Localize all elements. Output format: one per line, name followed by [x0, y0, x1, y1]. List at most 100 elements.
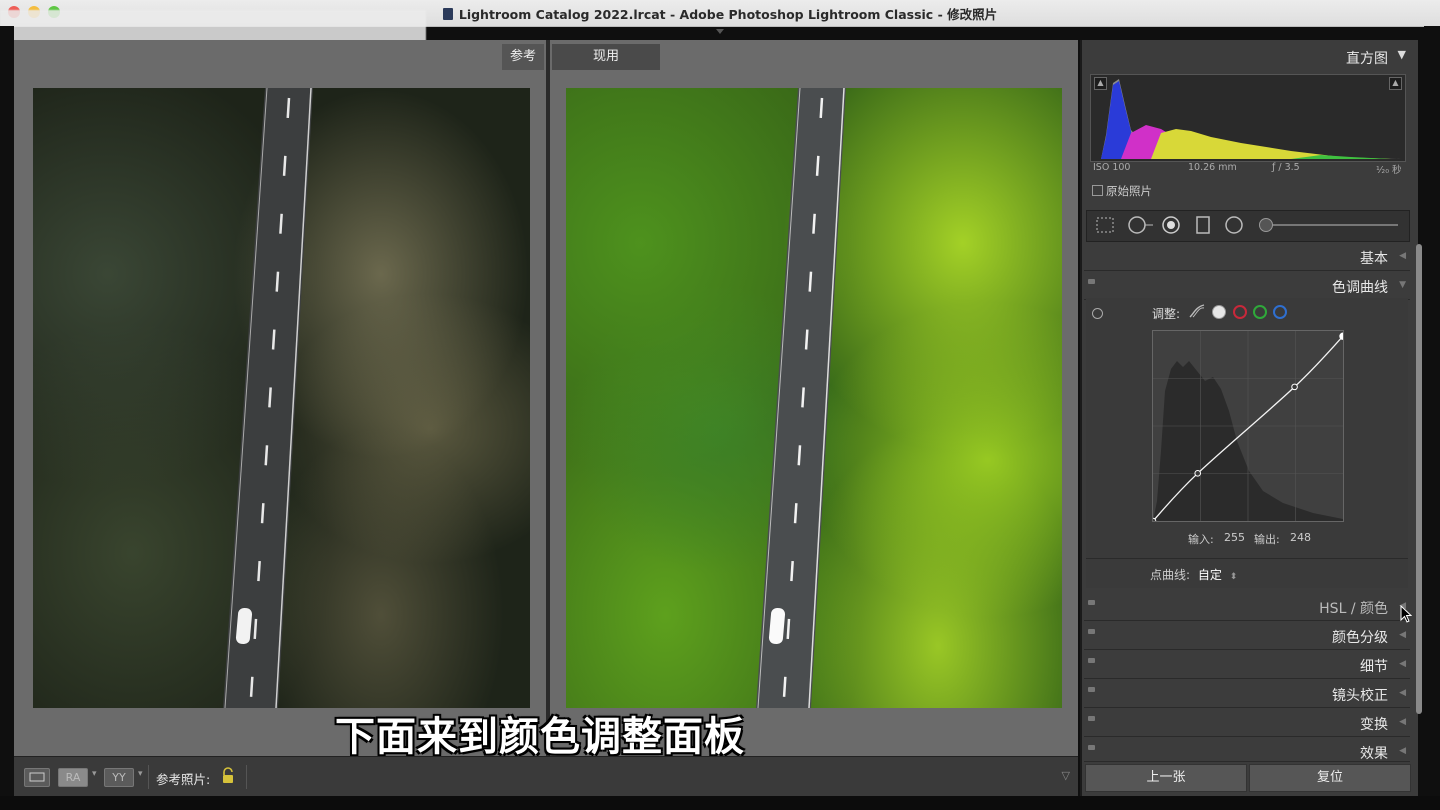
reference-photo[interactable]	[33, 88, 530, 708]
lens-correction-expand-icon[interactable]: ◀	[1399, 688, 1406, 698]
curve-control-point[interactable]	[1339, 332, 1347, 340]
loupe-view-button[interactable]	[24, 768, 50, 787]
exif-focal-length: 10.26 mm	[1188, 162, 1237, 173]
blue-channel-icon[interactable]	[1273, 305, 1287, 319]
tone-curve-divider	[1086, 558, 1408, 559]
color-grading-expand-icon[interactable]: ◀	[1399, 630, 1406, 640]
loupe-view-icon	[29, 772, 45, 782]
histogram-collapse-icon[interactable]: ▼	[1398, 48, 1406, 61]
basic-title: 基本	[1360, 251, 1388, 267]
road-illustration-ref	[223, 88, 313, 708]
hsl-toggle[interactable]	[1088, 600, 1095, 605]
transform-header[interactable]: 变换 ◀	[1084, 708, 1410, 737]
adjust-label: 调整:	[1152, 307, 1181, 321]
video-subtitle: 下面来到颜色调整面板	[335, 714, 745, 760]
basic-expand-icon[interactable]: ◀	[1399, 251, 1406, 261]
reference-tag: 参考	[502, 44, 544, 70]
tone-curve-toggle[interactable]	[1088, 279, 1095, 284]
panel-scrollbar[interactable]	[1416, 244, 1422, 714]
unlock-icon[interactable]	[220, 767, 236, 785]
ref-active-view-button[interactable]: RA	[58, 768, 88, 787]
brush-slider-handle[interactable]	[1259, 218, 1273, 232]
toolbar-separator	[148, 765, 149, 789]
exif-aperture: ƒ / 3.5	[1272, 162, 1300, 173]
tone-curve-svg	[1149, 331, 1347, 525]
histogram-title: 直方图	[1346, 51, 1388, 67]
hsl-color-header[interactable]: HSL / 颜色 ◀	[1084, 592, 1410, 621]
original-photo-checkbox[interactable]: 原始照片	[1092, 183, 1152, 199]
reset-button[interactable]: 复位	[1249, 764, 1411, 792]
road-illustration-active	[756, 88, 846, 708]
green-channel-icon[interactable]	[1253, 305, 1267, 319]
compare-divider	[546, 40, 550, 756]
tone-curve-title: 色调曲线	[1332, 280, 1388, 296]
window-title: Lightroom Catalog 2022.lrcat - Adobe Pho…	[458, 7, 998, 22]
point-curve-selector[interactable]: 点曲线: 自定 ⬍	[1150, 566, 1237, 583]
bottom-toolbar: RA ▾ YY ▾ 参考照片: ▽	[14, 756, 1078, 797]
red-eye-tool-icon[interactable]	[1161, 215, 1181, 235]
histogram-graph	[1101, 79, 1401, 159]
previous-button[interactable]: 上一张	[1085, 764, 1247, 792]
parametric-curve-icon[interactable]	[1188, 303, 1206, 319]
graduated-filter-icon[interactable]	[1195, 215, 1211, 235]
transform-expand-icon[interactable]: ◀	[1399, 717, 1406, 727]
crop-tool-icon[interactable]	[1095, 216, 1115, 234]
color-grading-header[interactable]: 颜色分级 ◀	[1084, 621, 1410, 650]
transform-toggle[interactable]	[1088, 716, 1095, 721]
input-value: 255	[1224, 531, 1245, 544]
histogram[interactable]: ▲ ▲	[1090, 74, 1406, 162]
color-grading-title: 颜色分级	[1332, 630, 1388, 646]
effects-title: 效果	[1360, 746, 1388, 762]
spot-removal-tool-icon[interactable]	[1127, 215, 1155, 235]
lens-correction-title: 镜头校正	[1332, 688, 1388, 704]
top-panel-toggle-icon[interactable]	[712, 28, 728, 36]
ra-dropdown-caret-icon[interactable]: ▾	[92, 769, 97, 779]
lens-correction-toggle[interactable]	[1088, 687, 1095, 692]
toolbar-options-icon[interactable]: ▽	[1062, 769, 1070, 782]
effects-header[interactable]: 效果 ◀	[1084, 737, 1410, 762]
yy-dropdown-caret-icon[interactable]: ▾	[138, 769, 143, 779]
shadow-clipping-icon[interactable]: ▲	[1094, 77, 1107, 90]
filmstrip-toggle-strip[interactable]	[0, 796, 1440, 810]
left-panel-gutter[interactable]	[0, 26, 14, 796]
effects-toggle[interactable]	[1088, 745, 1095, 750]
exif-shutter: ¹⁄₂₀ 秒	[1376, 165, 1402, 176]
targeted-adjustment-icon[interactable]	[1092, 308, 1103, 319]
curve-control-point[interactable]	[1291, 383, 1298, 391]
original-photo-label: 原始照片	[1106, 184, 1152, 198]
rgb-channel-icon[interactable]	[1212, 305, 1226, 319]
input-label: 输入:	[1188, 533, 1214, 546]
active-tag: 现用	[552, 44, 660, 70]
point-curve-value: 自定	[1197, 568, 1222, 582]
basic-header[interactable]: 基本 ◀	[1084, 242, 1410, 271]
brush-slider-track[interactable]	[1262, 224, 1398, 226]
right-panel-gutter[interactable]	[1424, 26, 1440, 796]
transform-title: 变换	[1360, 717, 1388, 733]
point-curve-dropdown-icon[interactable]: ⬍	[1230, 572, 1238, 582]
red-channel-icon[interactable]	[1233, 305, 1247, 319]
highlight-clipping-icon[interactable]: ▲	[1389, 77, 1402, 90]
tone-curve-header[interactable]: 色调曲线 ▼	[1084, 271, 1410, 300]
exif-iso: ISO 100	[1093, 162, 1131, 173]
toolbar-separator	[246, 765, 247, 789]
active-photo[interactable]	[566, 88, 1062, 708]
point-curve-label: 点曲线:	[1150, 568, 1191, 582]
tone-curve-graph[interactable]	[1149, 330, 1347, 525]
radial-filter-icon[interactable]	[1224, 215, 1244, 235]
lens-correction-header[interactable]: 镜头校正 ◀	[1084, 679, 1410, 708]
document-icon	[442, 8, 453, 20]
effects-expand-icon[interactable]: ◀	[1399, 746, 1406, 756]
detail-expand-icon[interactable]: ◀	[1399, 659, 1406, 669]
tone-curve-collapse-icon[interactable]: ▼	[1399, 280, 1406, 290]
curve-control-point[interactable]	[1194, 470, 1202, 477]
histogram-header[interactable]: 直方图 ▼	[1084, 42, 1410, 70]
before-after-view-button[interactable]: YY	[104, 768, 134, 787]
output-label: 输出:	[1254, 533, 1280, 546]
checkbox-box[interactable]	[1092, 185, 1103, 196]
mouse-cursor-icon	[1400, 605, 1412, 623]
reference-photo-label: 参考照片:	[156, 772, 211, 787]
color-grading-toggle[interactable]	[1088, 629, 1095, 634]
output-value: 248	[1290, 531, 1311, 544]
detail-header[interactable]: 细节 ◀	[1084, 650, 1410, 679]
detail-toggle[interactable]	[1088, 658, 1095, 663]
